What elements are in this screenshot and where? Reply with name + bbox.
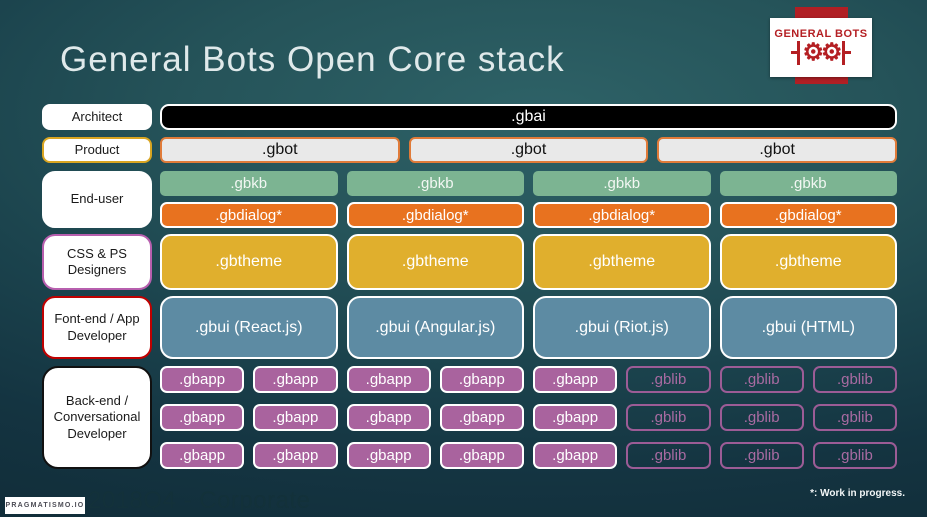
logo-bar-left	[791, 40, 801, 65]
gblib-box: .gblib	[812, 404, 897, 431]
slide-canvas: General Bots Open Core stack GENERAL BOT…	[0, 0, 927, 517]
role-label-end-user: End-user	[42, 171, 152, 228]
gbdialog-box: .gbdialog*	[346, 202, 524, 228]
role-label-css-ps-designers: CSS & PS Designers	[42, 234, 152, 290]
gbai-box: .gbai	[160, 104, 897, 130]
role-text: Back-end / Conversational Developer	[53, 393, 141, 441]
general-bots-logo: GENERAL BOTS ⚙⚙	[770, 18, 872, 77]
gblib-box: .gblib	[812, 442, 897, 469]
gbapp-box: .gbapp	[253, 442, 338, 469]
gbui-angular-box: .gbui (Angular.js)	[346, 296, 524, 359]
gblib-box: .gblib	[719, 366, 804, 393]
gbapp-box: .gbapp	[439, 366, 524, 393]
gbapp-box: .gbapp	[160, 366, 245, 393]
gbapp-box: .gbapp	[533, 442, 618, 469]
gbot-box: .gbot	[160, 137, 400, 163]
gbtheme-box: .gbtheme	[160, 234, 338, 290]
gbui-riot-box: .gbui (Riot.js)	[533, 296, 711, 359]
page-title: General Bots Open Core stack	[60, 40, 565, 79]
gbkb-box: .gbkb	[160, 171, 338, 196]
gbui-react-box: .gbui (React.js)	[160, 296, 338, 359]
pragmatismo-wordmark: PRAGMATISMO.IO	[5, 502, 85, 509]
role-text: End-user	[70, 191, 124, 207]
gbdialog-box: .gbdialog*	[719, 202, 897, 228]
row-gbot: .gbot .gbot .gbot	[160, 137, 897, 163]
row-gbui: .gbui (React.js) .gbui (Angular.js) .gbu…	[160, 296, 897, 359]
role-text: Font-end / App Developer	[54, 311, 140, 343]
gblib-box: .gblib	[719, 442, 804, 469]
row-gbapp-gblib-1: .gbapp .gbapp .gbapp .gbapp .gbapp .gbli…	[160, 366, 897, 393]
gbot-box: .gbot	[408, 137, 649, 163]
footer-caption: 2018Q4 - Corporate	[88, 487, 311, 514]
gbtheme-box: .gbtheme	[533, 234, 711, 290]
role-label-frontend-app-developer: Font-end / App Developer	[42, 296, 152, 359]
gblib-box: .gblib	[626, 404, 711, 431]
gblib-box: .gblib	[812, 366, 897, 393]
gbtheme-box: .gbtheme	[719, 234, 897, 290]
row-gbkb: .gbkb .gbkb .gbkb .gbkb	[160, 171, 897, 196]
gblib-box: .gblib	[719, 404, 804, 431]
row-gbapp-gblib-3: .gbapp .gbapp .gbapp .gbapp .gbapp .gbli…	[160, 442, 897, 469]
role-text: Product	[74, 141, 120, 157]
gears-icon: ⚙⚙	[791, 38, 851, 68]
row-gbapp-gblib-2: .gbapp .gbapp .gbapp .gbapp .gbapp .gbli…	[160, 404, 897, 431]
row-gbai: .gbai	[160, 104, 897, 130]
gbapp-box: .gbapp	[439, 442, 524, 469]
gbapp-box: .gbapp	[160, 404, 245, 431]
gbapp-box: .gbapp	[253, 404, 338, 431]
role-text: Architect	[71, 108, 123, 124]
gblib-box: .gblib	[626, 442, 711, 469]
gbapp-box: .gbapp	[533, 366, 618, 393]
gbkb-box: .gbkb	[719, 171, 897, 196]
role-label-product: Product	[42, 137, 152, 163]
logo-bar-right	[841, 40, 851, 65]
row-gbtheme: .gbtheme .gbtheme .gbtheme .gbtheme	[160, 234, 897, 290]
role-text: CSS & PS Designers	[67, 245, 127, 277]
gbkb-box: .gbkb	[533, 171, 711, 196]
gbtheme-box: .gbtheme	[346, 234, 524, 290]
gbdialog-box: .gbdialog*	[533, 202, 711, 228]
row-gbdialog: .gbdialog* .gbdialog* .gbdialog* .gbdial…	[160, 202, 897, 228]
role-label-backend-conversational-developer: Back-end / Conversational Developer	[42, 366, 152, 469]
gbui-html-box: .gbui (HTML)	[719, 296, 897, 359]
gblib-box: .gblib	[626, 366, 711, 393]
work-in-progress-note: *: Work in progress.	[810, 488, 905, 499]
gbapp-box: .gbapp	[346, 404, 431, 431]
gbkb-box: .gbkb	[346, 171, 524, 196]
gbot-box: .gbot	[657, 137, 897, 163]
gear-glyphs: ⚙⚙	[802, 38, 842, 66]
gbapp-box: .gbapp	[439, 404, 524, 431]
gbapp-box: .gbapp	[253, 366, 338, 393]
gbapp-box: .gbapp	[533, 404, 618, 431]
role-label-architect: Architect	[42, 104, 152, 130]
gbdialog-box: .gbdialog*	[160, 202, 338, 228]
gbapp-box: .gbapp	[346, 366, 431, 393]
pragmatismo-logo: PRAGMATISMO.IO	[5, 497, 85, 514]
gbapp-box: .gbapp	[346, 442, 431, 469]
gbapp-box: .gbapp	[160, 442, 245, 469]
